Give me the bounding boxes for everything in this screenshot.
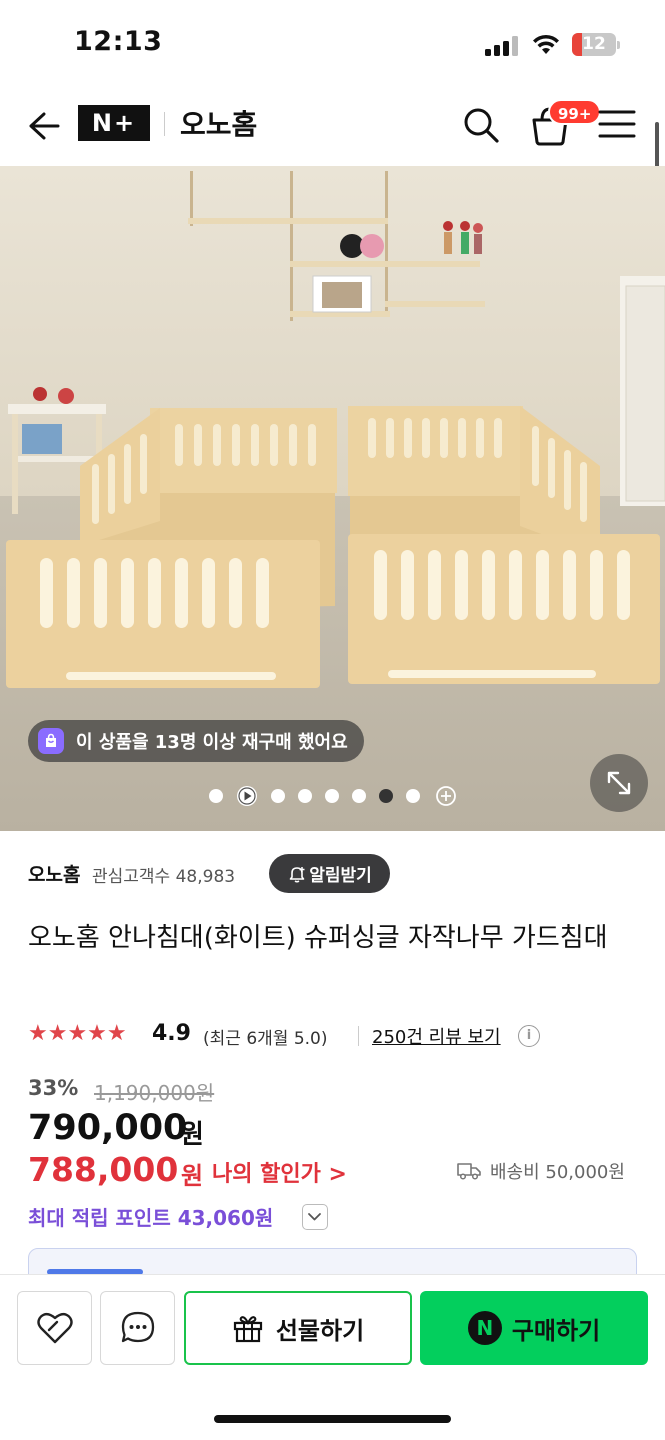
sale-price-unit: 원 bbox=[180, 1120, 204, 1150]
back-arrow-icon[interactable] bbox=[22, 106, 62, 146]
naver-pay-icon: N bbox=[467, 1311, 502, 1345]
expand-icon bbox=[607, 771, 631, 795]
battery-level: 12 bbox=[582, 34, 606, 54]
talk-talk-button[interactable] bbox=[100, 1291, 175, 1365]
status-bar: 12:13 12 bbox=[0, 0, 665, 88]
menu-icon[interactable] bbox=[598, 108, 636, 140]
repurchase-badge: 이 상품을 13명 이상 재구매 했어요 bbox=[28, 720, 364, 762]
shipping-fee: 배송비 50,000원 bbox=[456, 1158, 625, 1184]
max-points: 최대 적립 포인트 43,060원 bbox=[28, 1206, 274, 1230]
sale-price: 790,000 bbox=[28, 1108, 188, 1148]
carousel-dot[interactable] bbox=[209, 789, 223, 803]
rating-value: 4.9 bbox=[152, 1021, 191, 1046]
my-discount-price-unit: 원 bbox=[181, 1162, 204, 1190]
gift-button-label: 선물하기 bbox=[275, 1316, 365, 1345]
delivery-truck-icon bbox=[457, 1163, 481, 1180]
original-price: 1,190,000원 bbox=[94, 1081, 215, 1105]
carousel-indicator[interactable] bbox=[206, 785, 466, 807]
review-link[interactable]: 250건 리뷰 보기 bbox=[372, 1023, 501, 1049]
recent-rating: (최근 6개월 5.0) bbox=[203, 1029, 328, 1049]
carousel-dot[interactable] bbox=[325, 789, 339, 803]
points-expand-button[interactable] bbox=[302, 1204, 328, 1230]
cellular-signal-icon bbox=[485, 36, 519, 56]
naver-plus-logo[interactable]: N+ bbox=[78, 105, 150, 141]
carousel-dot[interactable] bbox=[352, 789, 366, 803]
carousel-dot[interactable] bbox=[271, 789, 285, 803]
carousel-dot[interactable] bbox=[406, 789, 420, 803]
seller-name[interactable]: 오노홈 bbox=[28, 860, 80, 887]
cart-count-badge: 99+ bbox=[548, 99, 602, 125]
home-indicator[interactable] bbox=[214, 1415, 451, 1423]
heart-icon bbox=[36, 1312, 73, 1344]
more-images-icon[interactable] bbox=[435, 785, 457, 807]
my-discount-link[interactable]: 나의 할인가 > bbox=[212, 1156, 347, 1188]
status-time: 12:13 bbox=[74, 26, 163, 57]
bell-plus-icon bbox=[289, 866, 305, 882]
shipping-fee-text: 배송비 50,000원 bbox=[490, 1162, 625, 1183]
alarm-button-label: 알림받기 bbox=[309, 866, 372, 886]
rating-row: ★★★★★ 4.9 (최근 6개월 5.0) 250건 리뷰 보기 i bbox=[28, 1018, 648, 1052]
chevron-down-icon bbox=[308, 1213, 321, 1221]
battery-icon: 12 bbox=[572, 33, 620, 56]
shopping-bag-icon bbox=[38, 728, 64, 754]
follower-count: 관심고객수 48,983 bbox=[92, 867, 236, 887]
info-icon[interactable]: i bbox=[518, 1025, 540, 1047]
repurchase-text: 이 상품을 13명 이상 재구매 했어요 bbox=[76, 732, 348, 753]
product-title: 오노홈 안나침대(화이트) 슈퍼싱글 자작나무 가드침대 bbox=[28, 923, 608, 953]
store-name[interactable]: 오노홈 bbox=[180, 103, 257, 143]
wifi-icon bbox=[533, 34, 559, 54]
gift-icon bbox=[233, 1316, 262, 1343]
star-rating-icon: ★★★★★ bbox=[28, 1021, 127, 1046]
search-icon[interactable] bbox=[460, 104, 502, 146]
my-discount-price: 788,000 bbox=[28, 1150, 179, 1189]
app-header: N+ 오노홈 99+ bbox=[0, 88, 665, 166]
buy-button[interactable]: N 구매하기 bbox=[420, 1291, 648, 1365]
buy-button-label: 구매하기 bbox=[511, 1316, 601, 1345]
wishlist-button[interactable] bbox=[17, 1291, 92, 1365]
gift-button[interactable]: 선물하기 bbox=[184, 1291, 412, 1365]
play-video-icon[interactable] bbox=[236, 785, 258, 807]
header-divider bbox=[164, 112, 165, 136]
carousel-dot[interactable] bbox=[298, 789, 312, 803]
carousel-dot-active[interactable] bbox=[379, 789, 393, 803]
rating-divider bbox=[358, 1026, 359, 1046]
discount-rate: 33% bbox=[28, 1076, 79, 1100]
alarm-subscribe-button[interactable]: 알림받기 bbox=[269, 854, 390, 893]
chat-bubble-icon bbox=[121, 1311, 154, 1343]
expand-image-button[interactable] bbox=[590, 754, 648, 812]
